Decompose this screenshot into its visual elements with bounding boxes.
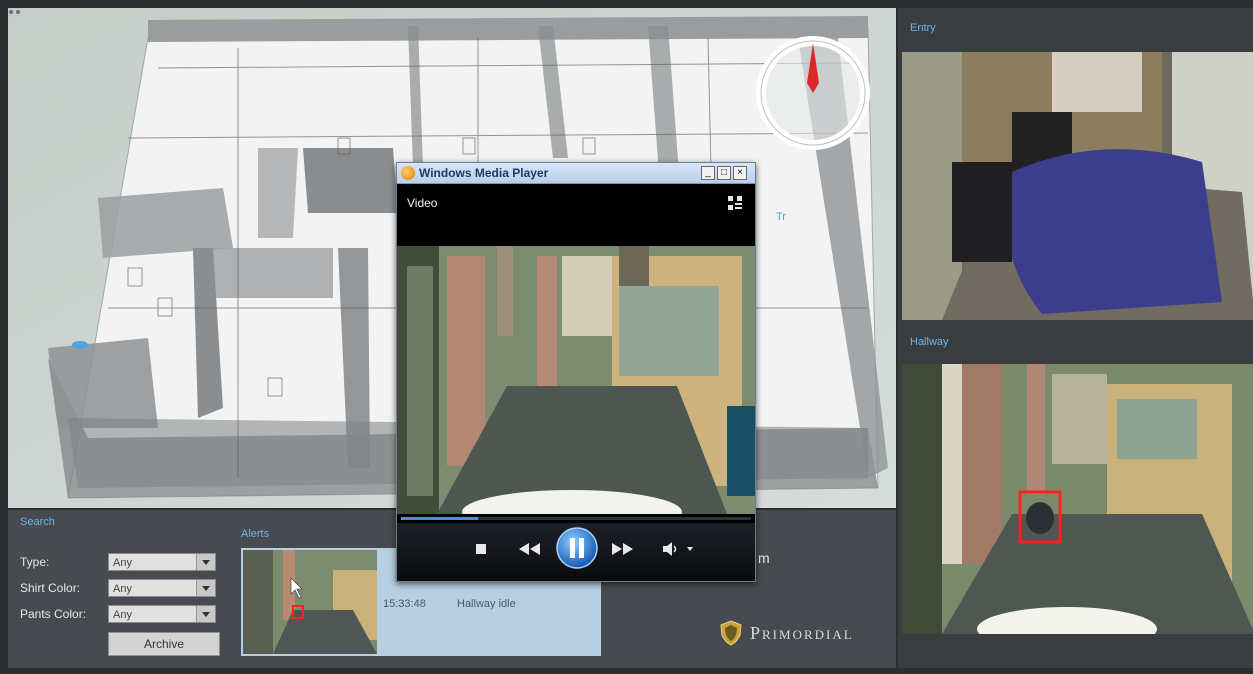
search-title: Search — [20, 516, 55, 528]
pause-button[interactable] — [555, 526, 599, 570]
media-player-logo-icon — [401, 166, 415, 180]
shirt-color-filter-row: Shirt Color: Any — [20, 578, 216, 598]
pants-color-select-value: Any — [113, 609, 132, 621]
shirt-color-select[interactable]: Any — [108, 579, 216, 597]
shirt-color-label: Shirt Color: — [20, 581, 81, 595]
type-filter-row: Type: Any — [20, 552, 216, 572]
maximize-button[interactable]: □ — [717, 166, 731, 180]
archive-button[interactable]: Archive — [108, 632, 220, 656]
close-button[interactable]: × — [733, 166, 747, 180]
logo-text: Primordial — [750, 622, 854, 643]
seek-bar[interactable] — [401, 517, 751, 520]
shirt-color-select-value: Any — [113, 583, 132, 595]
video-label: Video — [407, 196, 438, 210]
pants-color-label: Pants Color: — [20, 607, 87, 621]
hallway-camera-view[interactable] — [902, 364, 1253, 634]
type-label: Type: — [20, 555, 50, 569]
seek-bar-progress — [401, 517, 478, 520]
chevron-down-icon[interactable] — [196, 606, 215, 622]
rewind-icon[interactable] — [517, 542, 543, 556]
alert-time: 15:33:48 — [383, 598, 426, 610]
shield-icon — [720, 620, 742, 646]
pants-color-select[interactable]: Any — [108, 605, 216, 623]
camera-panel: Entry Hallway — [898, 8, 1253, 668]
entry-camera-title: Entry — [910, 22, 936, 34]
switch-view-icon[interactable] — [727, 195, 743, 211]
stop-icon[interactable] — [475, 543, 487, 555]
type-select[interactable]: Any — [108, 553, 216, 571]
partial-label: m — [758, 550, 770, 566]
media-player-titlebar[interactable]: Windows Media Player _ □ × — [397, 163, 755, 184]
primordial-logo: Primordial — [720, 620, 854, 646]
entry-camera-view[interactable] — [902, 52, 1253, 320]
volume-icon[interactable] — [661, 541, 695, 557]
chevron-down-icon[interactable] — [196, 554, 215, 570]
alerts-title: Alerts — [241, 528, 270, 540]
media-player-window[interactable]: Windows Media Player _ □ × Video — [396, 162, 756, 582]
media-player-title: Windows Media Player — [419, 166, 549, 180]
alert-description: Hallway idle — [457, 598, 516, 610]
media-player-header: Video — [397, 184, 755, 246]
compass — [756, 36, 870, 150]
expand-handle-icon[interactable] — [8, 8, 28, 16]
svg-text:Tr: Tr — [776, 211, 786, 223]
chevron-down-icon[interactable] — [196, 580, 215, 596]
alert-thumbnail — [243, 550, 377, 654]
pants-color-filter-row: Pants Color: Any — [20, 604, 216, 624]
fast-forward-icon[interactable] — [609, 542, 635, 556]
video-frame[interactable] — [397, 246, 755, 514]
minimize-button[interactable]: _ — [701, 166, 715, 180]
hallway-camera-title: Hallway — [910, 336, 949, 348]
type-select-value: Any — [113, 557, 132, 569]
playback-controls — [397, 523, 755, 581]
